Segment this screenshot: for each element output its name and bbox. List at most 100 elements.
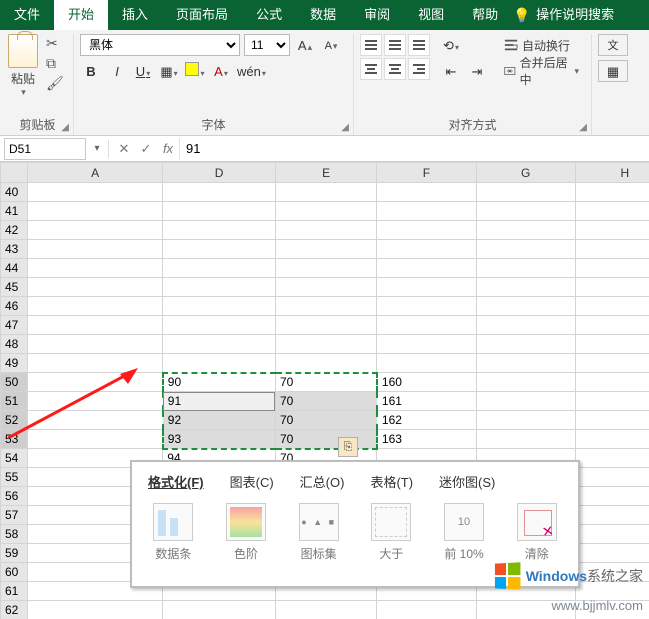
fill-color-button[interactable]: [184, 60, 206, 82]
cell-H50[interactable]: [575, 373, 649, 392]
tab-review[interactable]: 审阅: [350, 0, 404, 30]
borders-button[interactable]: ▦: [158, 60, 180, 82]
column-header-H[interactable]: H: [575, 163, 649, 183]
cell-E62[interactable]: [275, 601, 376, 619]
cell-F44[interactable]: [377, 259, 476, 278]
cell-A45[interactable]: [28, 278, 163, 297]
cell-H62[interactable]: [575, 601, 649, 619]
increase-indent-icon[interactable]: ⇥: [466, 60, 488, 82]
cell-A42[interactable]: [28, 221, 163, 240]
cell-F62[interactable]: [377, 601, 476, 619]
cell-E44[interactable]: [275, 259, 376, 278]
row-header-62[interactable]: 62: [1, 601, 28, 619]
qa-tab-sparklines[interactable]: 迷你图(S): [439, 472, 495, 491]
font-size-select[interactable]: 11: [244, 34, 290, 56]
qa-opt-databar[interactable]: 数据条: [148, 503, 199, 562]
row-header-50[interactable]: 50: [1, 373, 28, 392]
cell-G42[interactable]: [476, 221, 575, 240]
increase-font-icon[interactable]: A▴: [294, 34, 316, 56]
cell-E43[interactable]: [275, 240, 376, 259]
quick-analysis-button[interactable]: ⎘: [338, 437, 358, 457]
cell-H45[interactable]: [575, 278, 649, 297]
row-header-46[interactable]: 46: [1, 297, 28, 316]
cell-F47[interactable]: [377, 316, 476, 335]
row-header-52[interactable]: 52: [1, 411, 28, 430]
cell-H58[interactable]: [575, 525, 649, 544]
cell-F40[interactable]: [377, 183, 476, 202]
cell-A49[interactable]: [28, 354, 163, 373]
cell-G40[interactable]: [476, 183, 575, 202]
cell-F53[interactable]: 163: [377, 430, 476, 449]
cell-D43[interactable]: [163, 240, 276, 259]
decrease-font-icon[interactable]: A▾: [320, 34, 342, 56]
qa-tab-charts[interactable]: 图表(C): [230, 472, 274, 491]
cell-D48[interactable]: [163, 335, 276, 354]
cell-E46[interactable]: [275, 297, 376, 316]
column-header-D[interactable]: D: [163, 163, 276, 183]
row-header-45[interactable]: 45: [1, 278, 28, 297]
cell-A44[interactable]: [28, 259, 163, 278]
cell-styles-button[interactable]: 文: [598, 34, 628, 56]
row-header-61[interactable]: 61: [1, 582, 28, 601]
cell-H54[interactable]: [575, 449, 649, 468]
cell-A51[interactable]: [28, 392, 163, 411]
cell-A50[interactable]: [28, 373, 163, 392]
cell-A62[interactable]: [28, 601, 163, 619]
cell-D40[interactable]: [163, 183, 276, 202]
cell-D41[interactable]: [163, 202, 276, 221]
align-left-icon[interactable]: [360, 58, 382, 80]
cell-F45[interactable]: [377, 278, 476, 297]
row-header-42[interactable]: 42: [1, 221, 28, 240]
cell-D46[interactable]: [163, 297, 276, 316]
cell-H42[interactable]: [575, 221, 649, 240]
cell-D45[interactable]: [163, 278, 276, 297]
italic-button[interactable]: I: [106, 60, 128, 82]
row-header-49[interactable]: 49: [1, 354, 28, 373]
row-header-40[interactable]: 40: [1, 183, 28, 202]
align-bottom-icon[interactable]: [408, 34, 430, 56]
tab-page-layout[interactable]: 页面布局: [162, 0, 242, 30]
cell-H52[interactable]: [575, 411, 649, 430]
cell-E53[interactable]: 70: [275, 430, 376, 449]
align-top-icon[interactable]: [360, 34, 382, 56]
cell-H41[interactable]: [575, 202, 649, 221]
name-box[interactable]: [4, 138, 86, 160]
tab-view[interactable]: 视图: [404, 0, 458, 30]
cell-F52[interactable]: 162: [377, 411, 476, 430]
cell-H60[interactable]: [575, 563, 649, 582]
alignment-launcher-icon[interactable]: ◢: [579, 122, 587, 133]
cell-G52[interactable]: [476, 411, 575, 430]
cell-G51[interactable]: [476, 392, 575, 411]
copy-icon[interactable]: ⧉: [46, 56, 64, 70]
cell-F49[interactable]: [377, 354, 476, 373]
cell-F48[interactable]: [377, 335, 476, 354]
qa-opt-colorscale[interactable]: 色阶: [221, 503, 272, 562]
cell-H40[interactable]: [575, 183, 649, 202]
row-header-48[interactable]: 48: [1, 335, 28, 354]
cell-G62[interactable]: [476, 601, 575, 619]
cell-E50[interactable]: 70: [275, 373, 376, 392]
cell-D49[interactable]: [163, 354, 276, 373]
row-header-60[interactable]: 60: [1, 563, 28, 582]
merge-center-button[interactable]: 合并后居中 ▾: [498, 60, 585, 82]
name-box-dropdown-icon[interactable]: ▾: [90, 143, 104, 154]
cell-G46[interactable]: [476, 297, 575, 316]
row-header-41[interactable]: 41: [1, 202, 28, 221]
cell-F51[interactable]: 161: [377, 392, 476, 411]
cell-H56[interactable]: [575, 487, 649, 506]
cell-G43[interactable]: [476, 240, 575, 259]
format-painter-icon[interactable]: 🖌: [46, 76, 64, 90]
row-header-44[interactable]: 44: [1, 259, 28, 278]
cell-A47[interactable]: [28, 316, 163, 335]
cell-A41[interactable]: [28, 202, 163, 221]
cancel-formula-icon[interactable]: ✕: [113, 141, 135, 157]
column-header-G[interactable]: G: [476, 163, 575, 183]
cell-F41[interactable]: [377, 202, 476, 221]
cell-E40[interactable]: [275, 183, 376, 202]
cell-D44[interactable]: [163, 259, 276, 278]
cut-icon[interactable]: ✂: [46, 36, 64, 50]
tab-insert[interactable]: 插入: [108, 0, 162, 30]
row-header-51[interactable]: 51: [1, 392, 28, 411]
row-header-55[interactable]: 55: [1, 468, 28, 487]
cell-F43[interactable]: [377, 240, 476, 259]
